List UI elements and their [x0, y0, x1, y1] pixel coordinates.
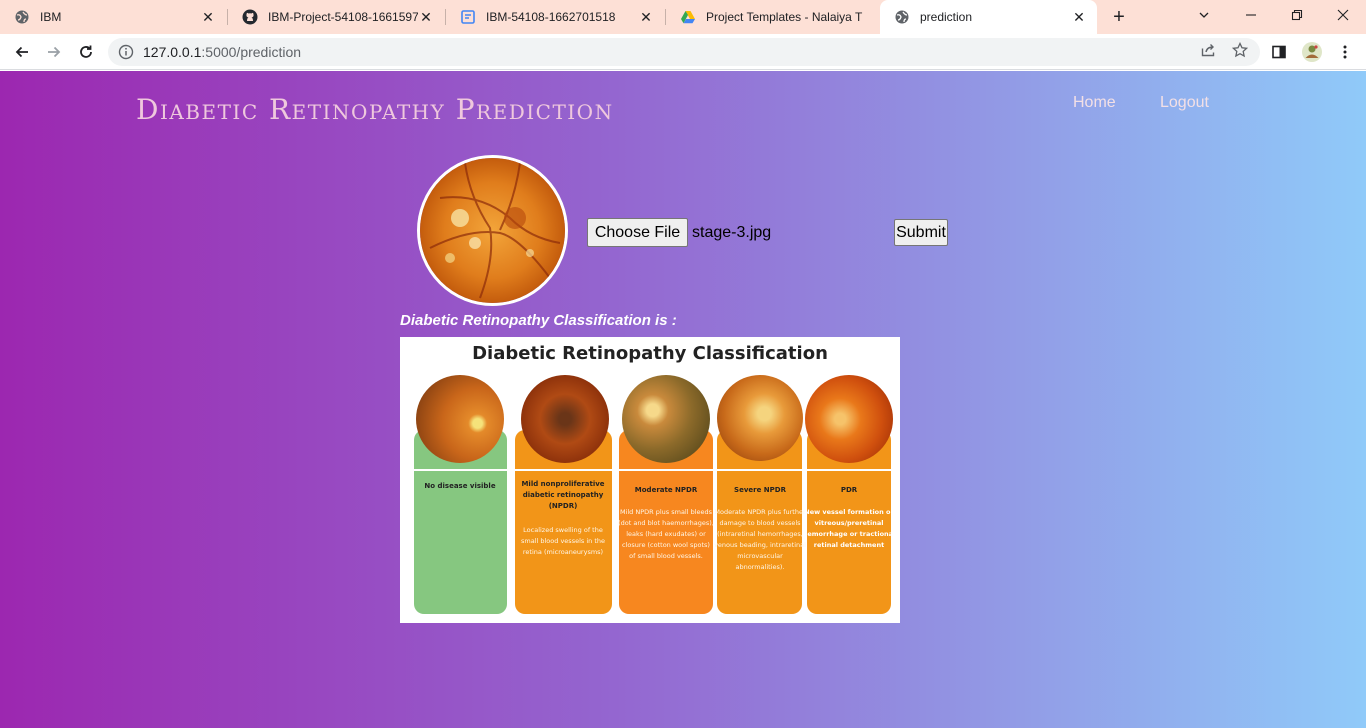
- url-text: 127.0.0.1:5000/prediction: [143, 44, 301, 60]
- close-icon[interactable]: ✕: [418, 9, 434, 25]
- share-button[interactable]: [1198, 40, 1218, 60]
- forward-button[interactable]: [40, 38, 68, 66]
- tab-ibm[interactable]: IBM ✕: [0, 0, 226, 34]
- stage-divider: [717, 469, 802, 471]
- profile-avatar[interactable]: [1298, 38, 1326, 66]
- result-label: Diabetic Retinopathy Classification is :: [400, 312, 677, 329]
- bookmark-button[interactable]: [1230, 40, 1250, 60]
- browser-tab-strip: IBM ✕ IBM-Project-54108-1661597 ✕ IBM-54…: [0, 0, 1366, 34]
- menu-button[interactable]: [1331, 38, 1359, 66]
- restore-button[interactable]: [1274, 0, 1320, 30]
- url-path: :5000/prediction: [201, 44, 302, 60]
- arrow-left-icon: [15, 46, 28, 58]
- page-content: Diabetic Retinopathy Prediction Home Log…: [0, 71, 1366, 728]
- share-icon: [1201, 44, 1215, 57]
- stage-name: No disease visible: [424, 482, 496, 490]
- tab-docs[interactable]: IBM-54108-1662701518 ✕: [446, 0, 664, 34]
- stage-description: Moderate NPDR plus further damage to blo…: [714, 508, 806, 571]
- stage-name: Severe NPDR: [734, 486, 786, 494]
- tab-title: Project Templates - Nalaiya T: [706, 10, 863, 24]
- choose-file-button[interactable]: Choose File: [587, 218, 688, 247]
- globe-icon: [894, 9, 910, 25]
- stage-description: Localized swelling of the small blood ve…: [521, 526, 605, 556]
- classification-image: Diabetic Retinopathy Classification No d…: [400, 337, 900, 623]
- tab-prediction[interactable]: prediction ✕: [880, 0, 1097, 34]
- tab-github-project[interactable]: IBM-Project-54108-1661597 ✕: [228, 0, 444, 34]
- more-vertical-icon: [1343, 45, 1347, 59]
- url-host: 127.0.0.1: [143, 44, 202, 60]
- info-icon[interactable]: [118, 44, 134, 60]
- github-icon: [242, 9, 258, 25]
- stage-divider: [619, 469, 713, 471]
- stage-name: Moderate NPDR: [634, 486, 698, 494]
- stage-divider: [807, 469, 891, 471]
- docs-icon: [460, 9, 476, 25]
- retina-image: [717, 375, 803, 461]
- restore-icon: [1291, 9, 1303, 21]
- side-panel-icon: [1272, 45, 1286, 59]
- new-tab-button[interactable]: +: [1106, 4, 1132, 30]
- nav-home-link[interactable]: Home: [1073, 94, 1116, 112]
- side-panel-button[interactable]: [1265, 38, 1293, 66]
- arrow-right-icon: [48, 46, 61, 58]
- retina-image: [420, 158, 565, 303]
- uploaded-image-preview: [417, 155, 568, 306]
- stage-name: PDR: [840, 486, 858, 494]
- selected-file-name: stage-3.jpg: [692, 224, 772, 241]
- close-icon[interactable]: ✕: [200, 9, 216, 25]
- stage-name: Mild nonproliferative diabetic retinopat…: [521, 480, 605, 510]
- address-bar[interactable]: 127.0.0.1:5000/prediction: [108, 38, 1260, 66]
- submit-button[interactable]: Submit: [894, 219, 948, 246]
- back-button[interactable]: [8, 38, 36, 66]
- retina-image: [805, 375, 893, 463]
- globe-icon: [14, 9, 30, 25]
- close-window-button[interactable]: [1320, 0, 1366, 30]
- star-icon: [1232, 42, 1248, 58]
- stage-divider: [515, 469, 612, 471]
- tab-title: IBM: [40, 10, 62, 24]
- stage-divider: [414, 469, 507, 471]
- google-drive-icon: [680, 9, 696, 25]
- nav-logout-link[interactable]: Logout: [1160, 94, 1209, 112]
- close-icon[interactable]: ✕: [1071, 9, 1087, 25]
- close-icon[interactable]: ✕: [638, 9, 654, 25]
- browser-toolbar: 127.0.0.1:5000/prediction: [0, 34, 1366, 70]
- stage-description: New vessel formation or vitreous/prereti…: [802, 508, 896, 549]
- retina-image: [416, 375, 504, 463]
- minimize-icon: [1246, 14, 1256, 16]
- reload-icon: [80, 45, 92, 58]
- minimize-button[interactable]: [1228, 0, 1274, 30]
- site-title: Diabetic Retinopathy Prediction: [136, 93, 614, 126]
- tab-title: prediction: [920, 10, 973, 24]
- retina-image: [521, 375, 609, 463]
- close-icon: [1337, 9, 1349, 21]
- tab-title: IBM-Project-54108-1661597: [268, 10, 418, 24]
- avatar-icon: [1302, 42, 1322, 62]
- retina-image: [622, 375, 710, 463]
- tab-search-button[interactable]: [1181, 0, 1227, 30]
- chevron-down-icon: [1199, 12, 1209, 18]
- reload-button[interactable]: [72, 38, 100, 66]
- stage-description: Mild NPDR plus small bleeds (dot and blo…: [618, 508, 714, 560]
- tab-drive-templates[interactable]: Project Templates - Nalaiya T: [666, 0, 880, 34]
- classification-image-title: Diabetic Retinopathy Classification: [472, 343, 828, 364]
- tab-title: IBM-54108-1662701518: [486, 10, 616, 24]
